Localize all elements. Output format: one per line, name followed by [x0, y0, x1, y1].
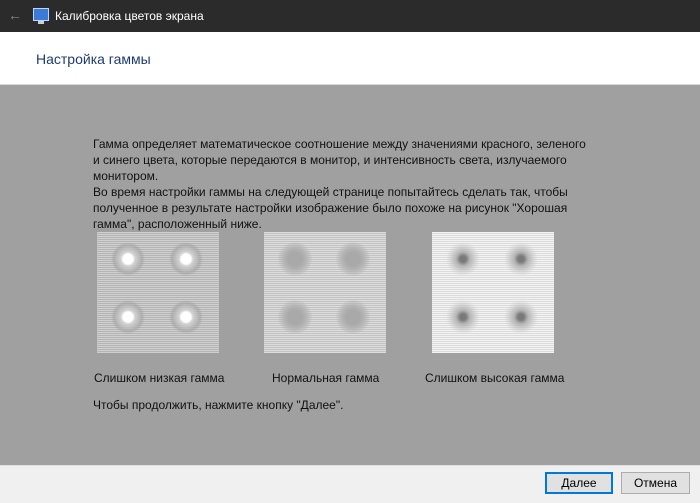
sample-dot: [111, 300, 145, 334]
sample-dot: [504, 242, 538, 276]
sample-dot: [169, 300, 203, 334]
sample-dot: [504, 300, 538, 334]
title-bar: ← Калибровка цветов экрана: [0, 0, 700, 32]
cancel-button[interactable]: Отмена: [621, 472, 690, 494]
sample-dot: [446, 242, 480, 276]
sample-dot: [336, 300, 370, 334]
continue-hint: Чтобы продолжить, нажмите кнопку "Далее"…: [93, 398, 344, 412]
main-content: Гамма определяет математическое соотноше…: [0, 84, 700, 465]
page-title: Настройка гаммы: [36, 51, 151, 67]
sample-dot: [169, 242, 203, 276]
sample-dot: [446, 300, 480, 334]
description-paragraph-2: Во время настройки гаммы на следующей ст…: [93, 185, 568, 231]
gamma-description: Гамма определяет математическое соотноше…: [93, 136, 588, 232]
gamma-good-label: Нормальная гамма: [272, 371, 380, 385]
gamma-good-image: [264, 232, 386, 353]
sample-dot: [111, 242, 145, 276]
sample-dot: [278, 300, 312, 334]
window-title: Калибровка цветов экрана: [55, 9, 204, 23]
next-button[interactable]: Далее: [545, 472, 613, 494]
description-paragraph-1: Гамма определяет математическое соотноше…: [93, 137, 586, 183]
display-icon: [33, 8, 49, 24]
sample-dot: [278, 242, 312, 276]
sample-dot: [336, 242, 370, 276]
gamma-too-high-image: [432, 232, 554, 353]
page-header: Настройка гаммы: [0, 32, 700, 85]
gamma-too-low-image: [97, 232, 219, 353]
footer-bar: Далее Отмена: [0, 465, 700, 503]
gamma-too-high-label: Слишком высокая гамма: [425, 371, 565, 385]
back-arrow-icon[interactable]: ←: [6, 6, 24, 24]
gamma-too-low-label: Слишком низкая гамма: [94, 371, 225, 385]
